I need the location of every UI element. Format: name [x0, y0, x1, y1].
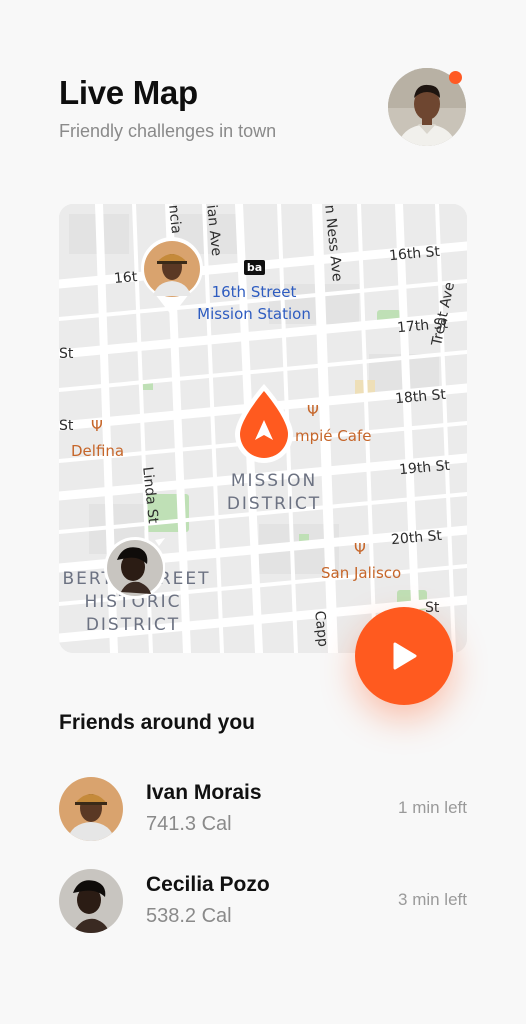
station-label: 16th Street Mission Station	[194, 281, 314, 325]
friend-pin-cecilia[interactable]	[99, 534, 166, 605]
map-pin-avatar-icon	[104, 537, 166, 599]
street-label-st-2: St	[59, 418, 74, 434]
avatar	[59, 869, 123, 933]
friend-avatar-icon	[59, 777, 123, 841]
play-button[interactable]	[355, 607, 453, 705]
list-item[interactable]: Cecilia Pozo 538.2 Cal 3 min left	[59, 869, 467, 935]
friend-avatar-icon	[59, 869, 123, 933]
station-line-1: 16th Street	[211, 283, 297, 301]
play-icon	[393, 642, 417, 670]
station-line-2: Mission Station	[197, 305, 311, 323]
friend-calories: 538.2 Cal	[146, 905, 232, 927]
friend-calories: 741.3 Cal	[146, 813, 232, 835]
friend-name: Cecilia Pozo	[146, 873, 270, 896]
friend-name: Ivan Morais	[146, 781, 262, 804]
street-label-st-1: St	[59, 346, 74, 362]
friend-time-left: 3 min left	[398, 890, 467, 909]
restaurant-icon: Ψ	[307, 402, 319, 420]
list-item[interactable]: Ivan Morais 741.3 Cal 1 min left	[59, 777, 467, 843]
district-liberty-line-3: DISTRICT	[85, 615, 181, 635]
notification-dot	[449, 71, 462, 84]
district-mission-line-1: MISSION	[230, 471, 318, 491]
poi-cafe: mpié Cafe	[295, 427, 372, 445]
page-title: Live Map	[59, 74, 198, 111]
live-map[interactable]: 16th St 16t 17th St 18th St 19th St 20th…	[59, 204, 467, 653]
street-label-valencia: ncia	[165, 204, 185, 235]
map-pin-avatar-icon	[141, 237, 203, 316]
district-mission: MISSION DISTRICT	[219, 470, 329, 516]
street-label-16th-left: 16t	[113, 269, 138, 287]
current-location-pin[interactable]	[231, 382, 297, 471]
friend-pin-ivan[interactable]	[139, 236, 205, 323]
friend-time-left: 1 min left	[398, 798, 467, 817]
restaurant-icon: Ψ	[91, 417, 103, 435]
poi-delfina: Delfina	[71, 442, 125, 460]
restaurant-icon: Ψ	[354, 540, 366, 558]
page-subtitle: Friendly challenges in town	[59, 121, 277, 141]
friends-section-title: Friends around you	[59, 711, 256, 734]
bart-logo-icon: ba	[244, 260, 265, 275]
district-mission-line-2: DISTRICT	[226, 494, 322, 514]
poi-jalisco: San Jalisco	[321, 564, 402, 582]
avatar	[59, 777, 123, 841]
navigation-arrow-icon	[235, 384, 293, 463]
